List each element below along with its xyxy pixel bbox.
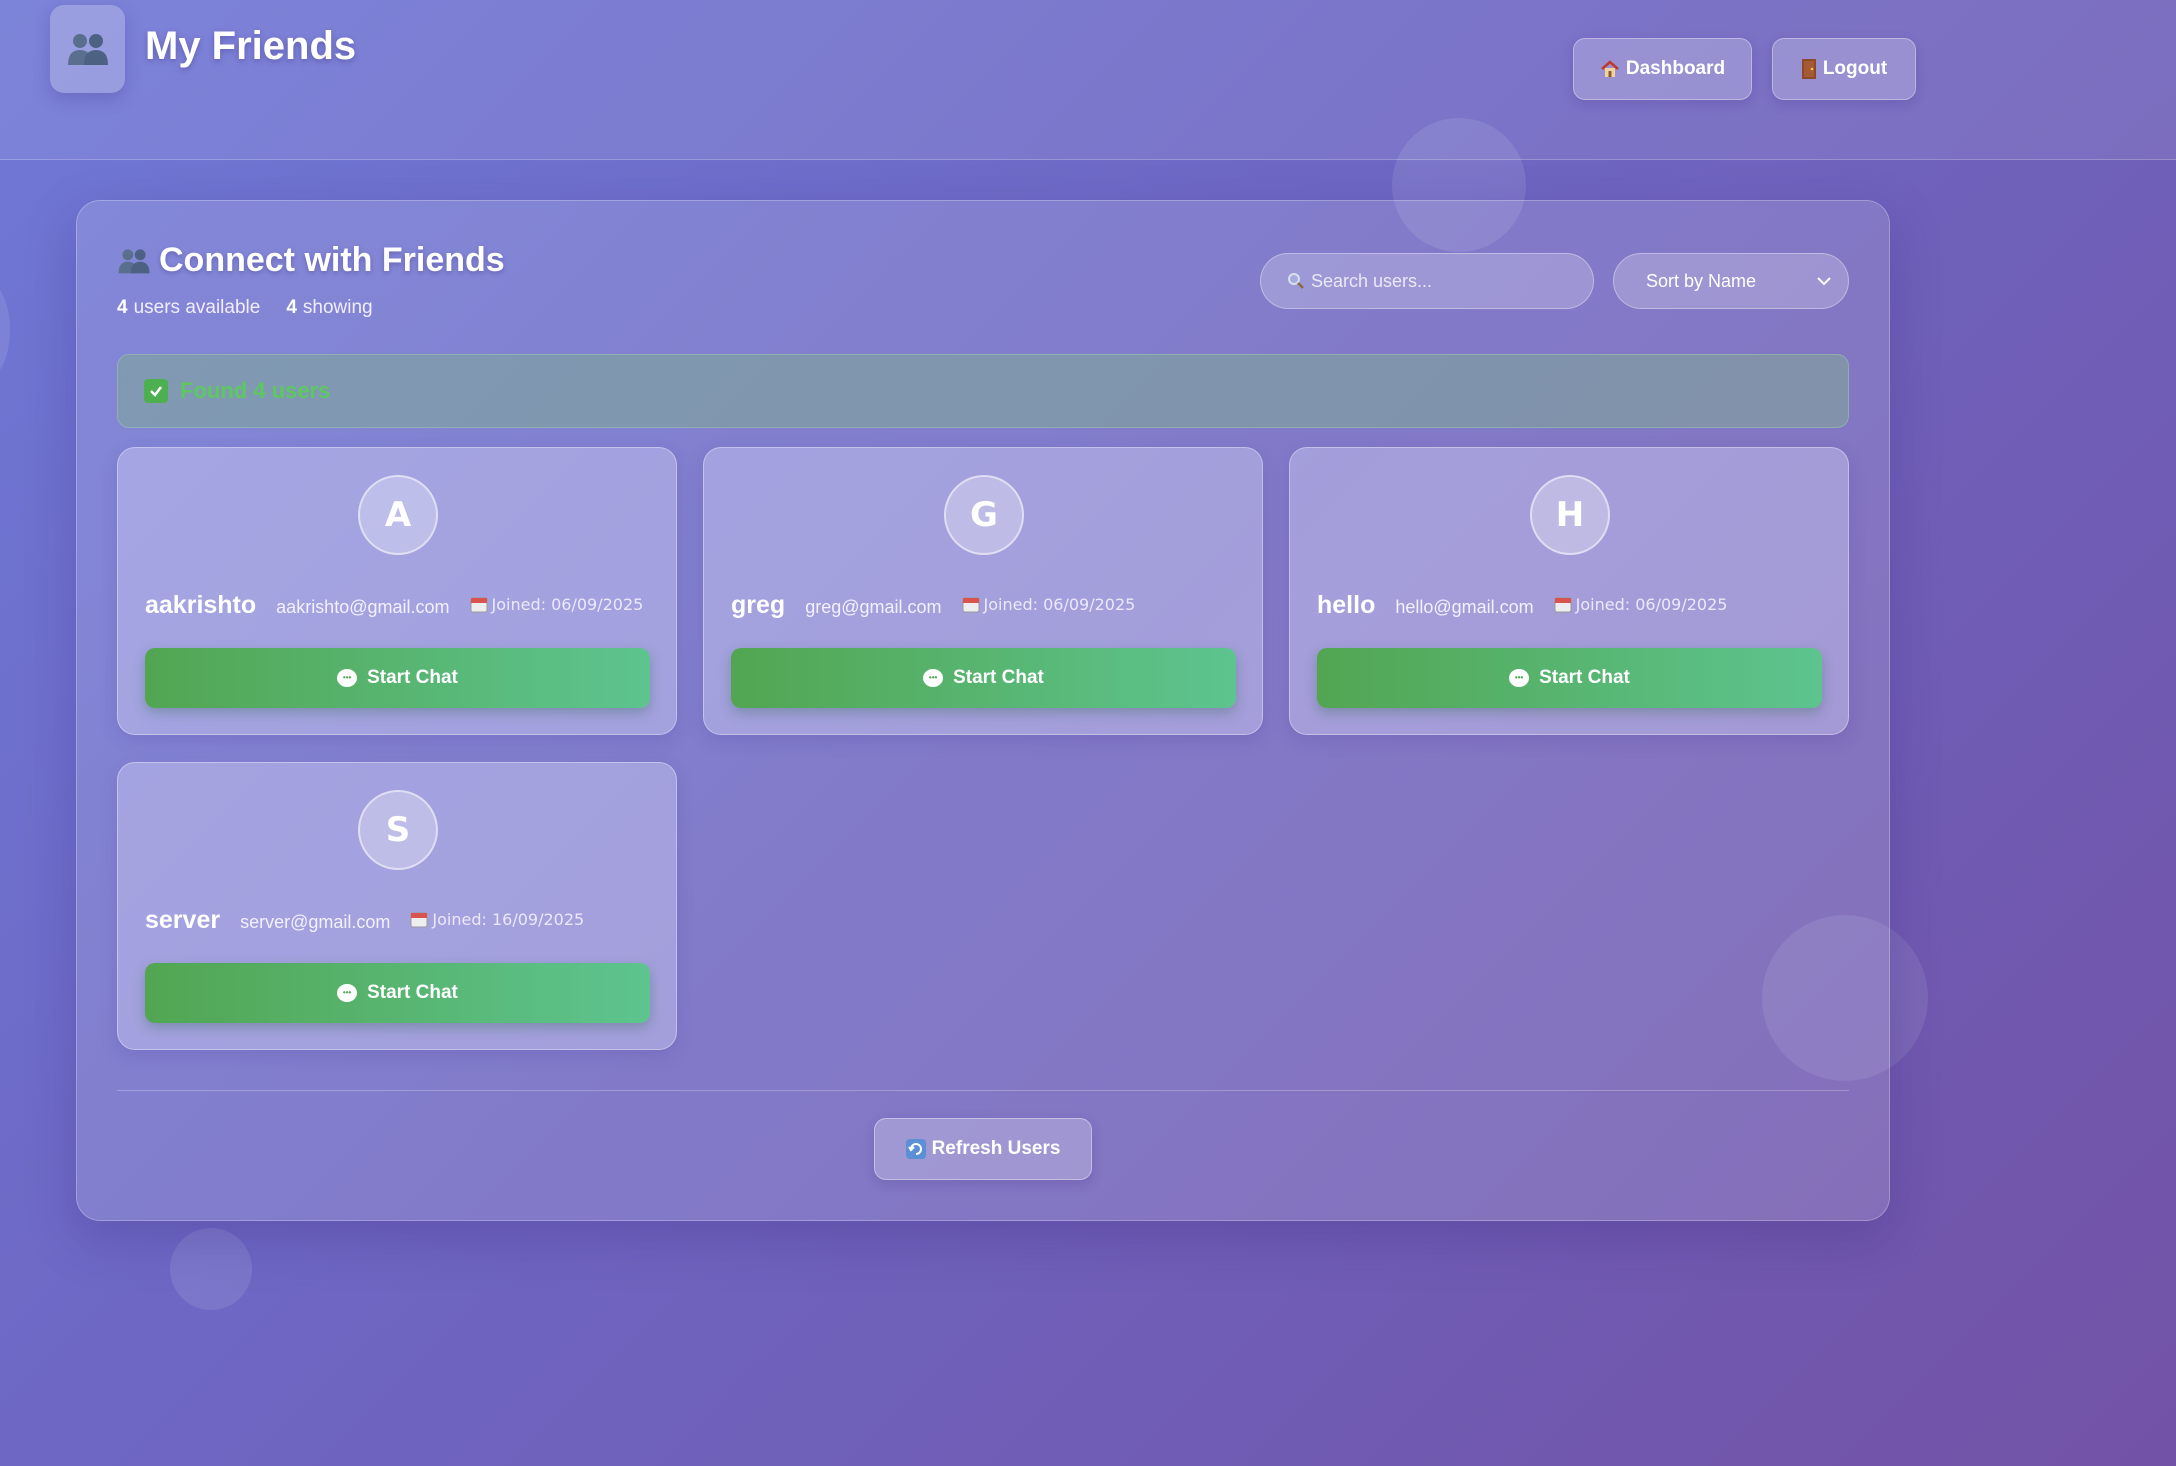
start-chat-label: Start Chat — [367, 667, 458, 688]
avatar: A — [358, 475, 438, 555]
speech-bubble-icon: ••• — [923, 669, 944, 687]
joined-date: Joined: 06/09/2025 — [962, 595, 1135, 614]
avatar: H — [1530, 475, 1610, 555]
speech-bubble-icon: ••• — [337, 984, 358, 1002]
user-stats: 4 users available 4 showing — [117, 297, 373, 319]
start-chat-label: Start Chat — [1539, 667, 1630, 688]
refresh-users-button[interactable]: Refresh Users — [874, 1118, 1092, 1180]
decorative-bubble — [170, 1228, 252, 1310]
user-email: server@gmail.com — [240, 912, 391, 932]
user-card: S server server@gmail.com Joined: 16/09/… — [117, 762, 677, 1050]
house-icon — [1601, 60, 1619, 77]
friends-icon — [50, 5, 125, 93]
showing-stat: 4 showing — [286, 297, 373, 318]
speech-bubble-icon: ••• — [1509, 669, 1530, 687]
panel-title-text: Connect with Friends — [159, 241, 505, 279]
app-header: My Friends Dashboard Logout — [0, 0, 2176, 160]
sort-selected-value: Sort by Name — [1646, 270, 1757, 291]
user-name: server — [145, 906, 221, 934]
user-info: server server@gmail.com Joined: 16/09/20… — [145, 906, 584, 935]
refresh-icon — [905, 1139, 926, 1159]
start-chat-button[interactable]: ••• Start Chat — [145, 648, 650, 708]
user-name: aakrishto — [145, 591, 257, 619]
joined-date: Joined: 06/09/2025 — [470, 595, 643, 614]
friends-icon — [118, 248, 150, 273]
dashboard-button[interactable]: Dashboard — [1573, 38, 1752, 100]
door-icon — [1801, 59, 1816, 79]
search-icon — [1288, 273, 1304, 289]
start-chat-button[interactable]: ••• Start Chat — [1317, 648, 1822, 708]
page-title: My Friends — [145, 24, 357, 68]
panel-title: Connect with Friends — [117, 241, 505, 280]
user-info: greg greg@gmail.com Joined: 06/09/2025 — [731, 591, 1135, 620]
user-card: A aakrishto aakrishto@gmail.com Joined: … — [117, 447, 677, 735]
user-name: hello — [1317, 591, 1376, 619]
user-email: aakrishto@gmail.com — [276, 597, 450, 617]
calendar-icon — [470, 597, 488, 613]
user-email: hello@gmail.com — [1395, 597, 1534, 617]
user-card: G greg greg@gmail.com Joined: 06/09/2025… — [703, 447, 1263, 735]
avatar: S — [358, 790, 438, 870]
chevron-down-icon — [1817, 277, 1831, 286]
avatar: G — [944, 475, 1024, 555]
status-text: Found 4 users — [180, 378, 331, 403]
search-input[interactable] — [1311, 270, 1591, 292]
decorative-bubble — [0, 280, 10, 380]
calendar-icon — [1554, 597, 1572, 613]
calendar-icon — [962, 597, 980, 613]
logout-button[interactable]: Logout — [1772, 38, 1916, 100]
divider — [117, 1090, 1849, 1091]
start-chat-button[interactable]: ••• Start Chat — [731, 648, 1236, 708]
friends-panel: Connect with Friends 4 users available 4s… — [76, 200, 1890, 1221]
user-info: hello hello@gmail.com Joined: 06/09/2025 — [1317, 591, 1727, 620]
refresh-label: Refresh Users — [931, 1138, 1061, 1159]
dashboard-label: Dashboard — [1625, 58, 1726, 79]
user-name: greg — [731, 591, 786, 619]
available-stat: 4 users available — [117, 297, 261, 318]
user-email: greg@gmail.com — [805, 597, 942, 617]
user-info: aakrishto aakrishto@gmail.com Joined: 06… — [145, 591, 643, 620]
calendar-icon — [410, 912, 428, 928]
joined-date: Joined: 16/09/2025 — [410, 910, 584, 929]
logout-label: Logout — [1822, 58, 1888, 79]
user-card: H hello hello@gmail.com Joined: 06/09/20… — [1289, 447, 1849, 735]
start-chat-label: Start Chat — [367, 982, 458, 1003]
sort-select[interactable]: Sort by Name — [1613, 253, 1849, 309]
speech-bubble-icon: ••• — [337, 669, 358, 687]
start-chat-button[interactable]: ••• Start Chat — [145, 963, 650, 1023]
status-banner: Found 4 users — [117, 354, 1849, 428]
check-icon — [144, 379, 168, 403]
joined-date: Joined: 06/09/2025 — [1554, 595, 1727, 614]
search-box[interactable] — [1260, 253, 1594, 309]
start-chat-label: Start Chat — [953, 667, 1044, 688]
